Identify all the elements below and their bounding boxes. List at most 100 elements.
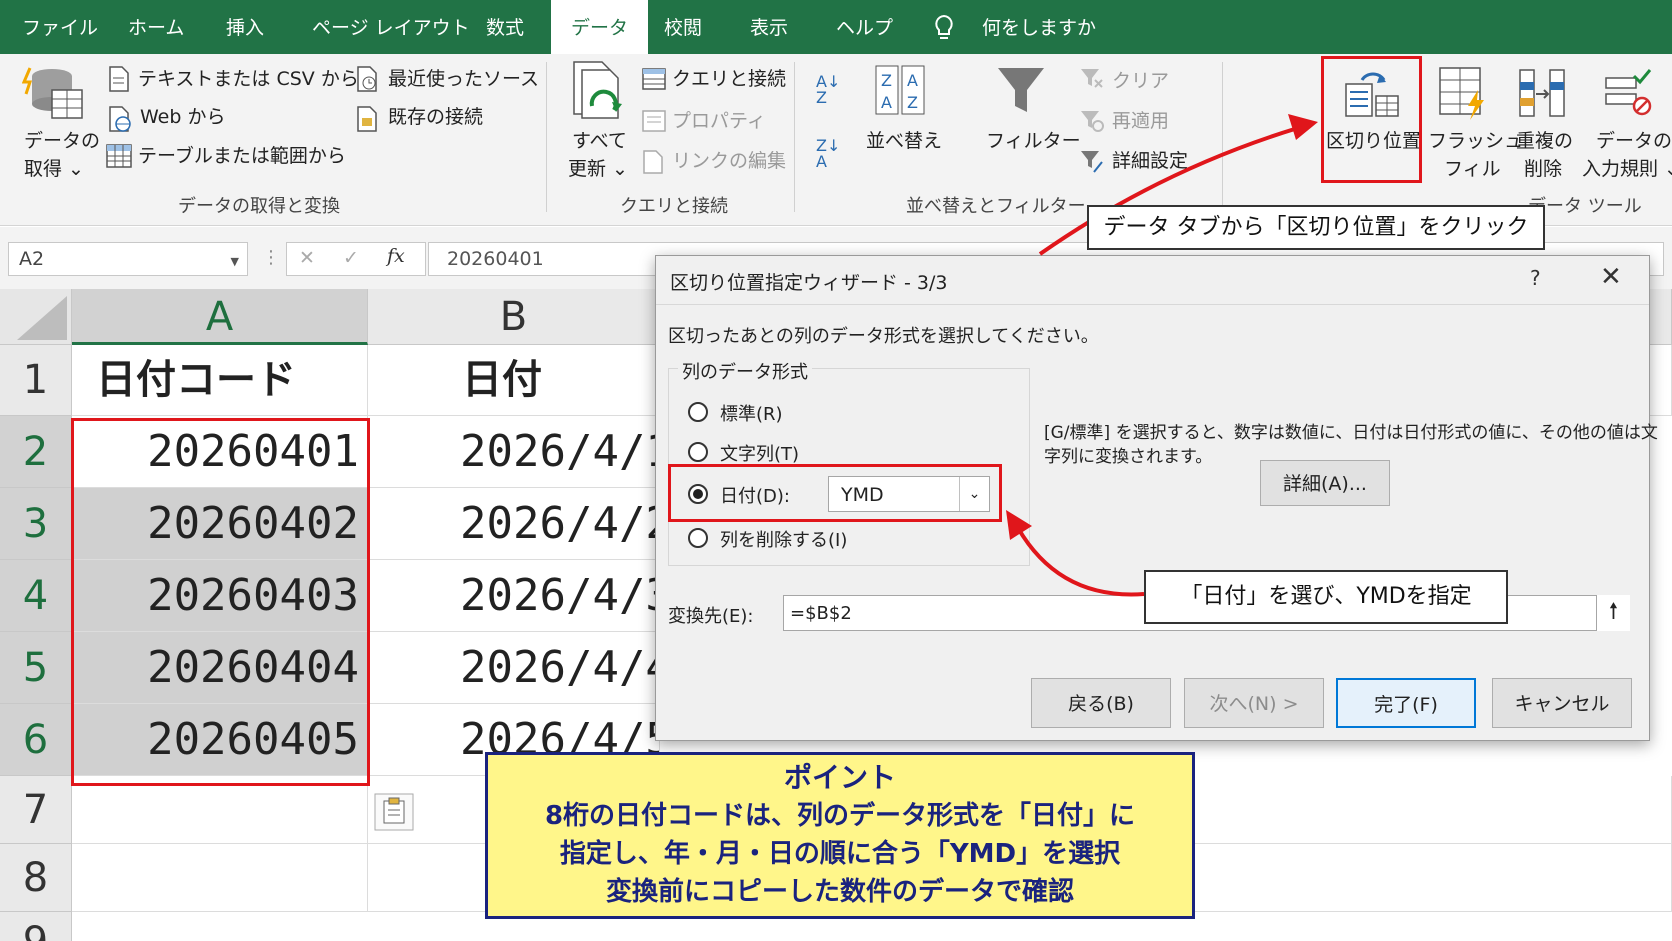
properties-button[interactable]: プロパティ xyxy=(672,106,766,133)
radio-general-label[interactable]: 標準(R) xyxy=(720,400,783,426)
sort-ascending-button[interactable]: A↓ Z xyxy=(816,74,840,106)
svg-text:Z: Z xyxy=(881,71,892,90)
paste-options-icon[interactable] xyxy=(374,793,414,831)
help-button[interactable]: ? xyxy=(1530,266,1541,290)
tab-file[interactable]: ファイル xyxy=(22,0,98,54)
filter-button[interactable]: フィルター xyxy=(986,126,1081,153)
get-data-label-1[interactable]: データの xyxy=(24,126,100,153)
cell-a7[interactable] xyxy=(72,776,368,844)
from-web-button[interactable]: Web から xyxy=(140,102,225,129)
queries-connections-icon xyxy=(642,68,666,90)
group-label-sort-filter: 並べ替えとフィルター xyxy=(906,196,1086,217)
row-header-7[interactable]: 7 xyxy=(0,776,72,844)
tab-formulas[interactable]: 数式 xyxy=(486,0,524,54)
row-header-4[interactable]: 4 xyxy=(0,560,72,632)
row-header-6[interactable]: 6 xyxy=(0,704,72,776)
close-icon[interactable]: ✕ xyxy=(1600,262,1622,292)
remove-duplicates-label-2[interactable]: 削除 xyxy=(1524,154,1562,181)
table-icon xyxy=(106,144,132,168)
radio-skip-column[interactable] xyxy=(688,528,708,548)
cell-b4[interactable]: 2026/4/3 xyxy=(368,560,660,632)
flash-fill-label-2[interactable]: フィル xyxy=(1444,154,1501,181)
filter-icon[interactable] xyxy=(996,66,1046,116)
radio-text-label[interactable]: 文字列(T) xyxy=(720,440,799,466)
row-header-2[interactable]: 2 xyxy=(0,416,72,488)
name-box-dropdown-icon[interactable]: ▼ xyxy=(231,255,239,268)
next-button[interactable]: 次へ(N) > xyxy=(1184,678,1324,728)
format-description-2: 字列に変換されます。 xyxy=(1044,447,1213,467)
remove-duplicates-icon[interactable] xyxy=(1518,68,1566,118)
tab-home[interactable]: ホーム xyxy=(128,0,184,54)
advanced-button[interactable]: 詳細設定 xyxy=(1112,146,1188,173)
point-line-1: 8桁の日付コードは、列のデータ形式を「日付」に xyxy=(544,801,1136,831)
refresh-all-icon[interactable] xyxy=(570,60,626,122)
queries-connections-button[interactable]: クエリと接続 xyxy=(672,64,786,91)
get-data-label-2[interactable]: 取得 ⌄ xyxy=(24,154,84,181)
web-icon xyxy=(109,106,131,132)
column-header-b[interactable]: B xyxy=(368,289,660,345)
dialog-tip-callout: 「日付」を選び、YMDを指定 xyxy=(1144,570,1508,624)
format-description-1: [G/標準] を選択すると、数字は数値に、日付は日付形式の値に、その他の値は文 xyxy=(1044,423,1658,443)
tab-view[interactable]: 表示 xyxy=(750,0,788,54)
formula-bar-grip-icon: ⋮ xyxy=(262,247,280,268)
data-validation-label-1[interactable]: データの xyxy=(1596,126,1672,153)
sort-descending-button[interactable]: Z↓ A xyxy=(816,138,840,170)
refresh-all-label-2[interactable]: 更新 ⌄ xyxy=(568,154,628,181)
row-header-5[interactable]: 5 xyxy=(0,632,72,704)
dialog-title: 区切り位置指定ウィザード - 3/3 xyxy=(670,272,948,294)
row-header-3[interactable]: 3 xyxy=(0,488,72,560)
get-data-icon[interactable] xyxy=(22,64,84,122)
data-validation-icon[interactable] xyxy=(1604,68,1652,116)
insert-function-icon[interactable]: fx xyxy=(387,245,405,267)
from-table-button[interactable]: テーブルまたは範囲から xyxy=(138,141,346,168)
tell-me-search[interactable]: 何をしますか xyxy=(982,0,1096,54)
date-option-highlight xyxy=(668,464,1002,522)
lightbulb-icon[interactable] xyxy=(933,14,955,42)
tab-data[interactable]: データ xyxy=(551,0,649,56)
row-header-1[interactable]: 1 xyxy=(0,345,72,416)
advanced-settings-button[interactable]: 詳細(A)... xyxy=(1260,460,1390,506)
remove-duplicates-label-1[interactable]: 重複の xyxy=(1516,126,1573,153)
recent-sources-button[interactable]: 最近使ったソース xyxy=(388,64,539,91)
back-button[interactable]: 戻る(B) xyxy=(1031,678,1171,728)
cancel-button[interactable]: キャンセル xyxy=(1492,678,1632,728)
row-header-9[interactable]: 9 xyxy=(0,912,72,941)
sort-icon[interactable]: Z A A Z xyxy=(874,64,926,116)
flash-fill-icon[interactable] xyxy=(1438,66,1488,120)
from-text-csv-button[interactable]: テキストまたは CSV から xyxy=(138,64,359,91)
existing-connections-button[interactable]: 既存の接続 xyxy=(388,102,483,129)
tab-page-layout[interactable]: ページ レイアウト xyxy=(312,0,470,54)
name-box[interactable]: A2 ▼ xyxy=(8,242,248,276)
cell-b2[interactable]: 2026/4/1 xyxy=(368,416,660,488)
cell-b5[interactable]: 2026/4/4 xyxy=(368,632,660,704)
row-header-8[interactable]: 8 xyxy=(0,844,72,912)
sort-button[interactable]: 並べ替え xyxy=(866,126,942,153)
edit-links-button[interactable]: リンクの編集 xyxy=(672,146,786,173)
radio-skip-column-label[interactable]: 列を削除する(I) xyxy=(720,526,847,552)
clear-button[interactable]: クリア xyxy=(1112,66,1169,93)
cell-a8[interactable] xyxy=(72,844,368,912)
cancel-icon[interactable]: ✕ xyxy=(299,247,315,269)
enter-icon[interactable]: ✓ xyxy=(343,247,359,269)
destination-label: 変換先(E): xyxy=(668,606,754,627)
flash-fill-label-1[interactable]: フラッシュ xyxy=(1428,126,1523,153)
tab-help[interactable]: ヘルプ xyxy=(836,0,893,54)
cell-b1[interactable]: 日付 xyxy=(368,345,660,416)
radio-text[interactable] xyxy=(688,442,708,462)
svg-text:Z: Z xyxy=(907,93,918,112)
dialog-instruction: 区切ったあとの列のデータ形式を選択してください。 xyxy=(668,326,1099,347)
refresh-all-label-1[interactable]: すべて xyxy=(572,126,627,153)
cell-b3[interactable]: 2026/4/2 xyxy=(368,488,660,560)
data-validation-label-2[interactable]: 入力規則 ⌄ xyxy=(1582,154,1672,181)
tab-insert[interactable]: 挿入 xyxy=(226,0,264,54)
svg-text:A: A xyxy=(881,93,892,112)
radio-general[interactable] xyxy=(688,402,708,422)
properties-icon xyxy=(642,110,666,132)
finish-button[interactable]: 完了(F) xyxy=(1336,678,1476,728)
tab-review[interactable]: 校閲 xyxy=(664,0,702,54)
select-all-corner[interactable] xyxy=(0,289,72,345)
collapse-dialog-icon[interactable]: 🠕 xyxy=(1596,595,1630,631)
column-header-a[interactable]: A xyxy=(72,289,368,345)
reapply-button[interactable]: 再適用 xyxy=(1112,106,1169,133)
cell-a1[interactable]: 日付コード xyxy=(72,345,368,416)
